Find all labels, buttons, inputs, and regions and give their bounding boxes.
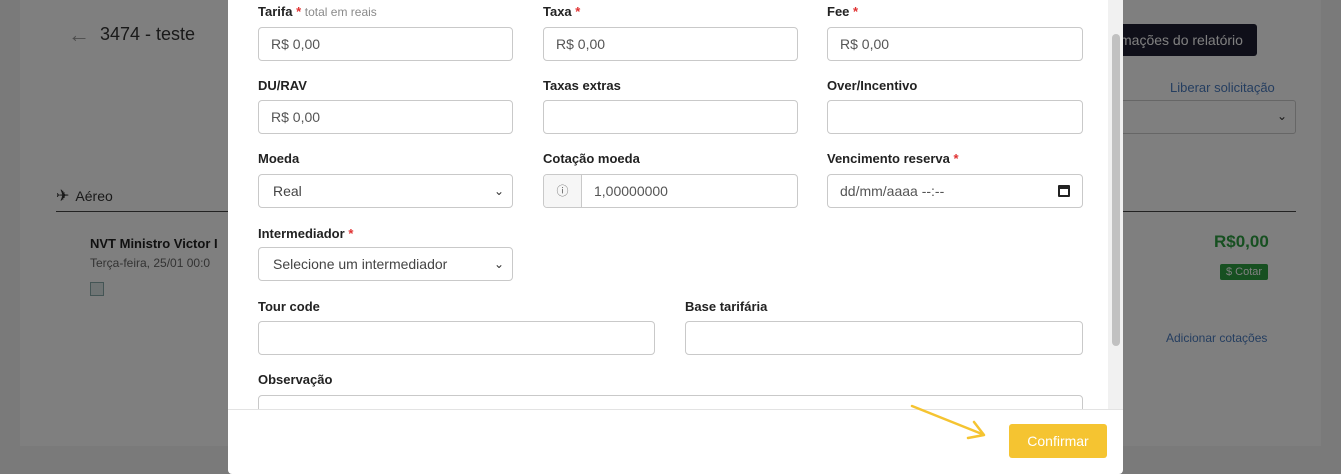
tour-code-input[interactable] xyxy=(258,321,655,355)
du-rav-input[interactable]: R$ 0,00 xyxy=(258,100,513,134)
vencimento-reserva-label: Vencimento reserva * xyxy=(827,151,959,166)
intermediador-select[interactable]: Selecione um intermediador ⌄ xyxy=(258,247,513,281)
tarifa-label: Tarifa * total em reais xyxy=(258,4,377,19)
intermediador-label: Intermediador * xyxy=(258,226,353,241)
fee-input[interactable]: R$ 0,00 xyxy=(827,27,1083,61)
modal-footer xyxy=(228,409,1123,474)
chevron-down-icon: ⌄ xyxy=(493,257,504,271)
required-mark: * xyxy=(348,226,354,241)
chevron-down-icon: ⌄ xyxy=(493,184,504,198)
base-tarifaria-input[interactable] xyxy=(685,321,1083,355)
required-mark: * xyxy=(296,4,302,19)
taxa-input[interactable]: R$ 0,00 xyxy=(543,27,798,61)
required-mark: * xyxy=(575,4,581,19)
quote-modal: Tarifa * total em reais R$ 0,00 Taxa * R… xyxy=(228,0,1123,474)
tarifa-label-text: Tarifa xyxy=(258,4,293,19)
moeda-selected: Real xyxy=(273,183,302,199)
fee-label-text: Fee xyxy=(827,4,850,19)
taxas-extras-label: Taxas extras xyxy=(543,78,621,93)
calendar-icon[interactable] xyxy=(1058,185,1070,197)
vencimento-reserva-input[interactable]: dd/mm/aaaa --:-- xyxy=(827,174,1083,208)
required-mark: * xyxy=(953,151,959,166)
moeda-select[interactable]: Real ⌄ xyxy=(258,174,513,208)
vencimento-placeholder: dd/mm/aaaa --:-- xyxy=(840,183,945,199)
fee-label: Fee * xyxy=(827,4,858,19)
taxas-extras-input[interactable] xyxy=(543,100,798,134)
tarifa-input[interactable]: R$ 0,00 xyxy=(258,27,513,61)
over-incentivo-input[interactable] xyxy=(827,100,1083,134)
required-mark: * xyxy=(853,4,859,19)
tarifa-hint: total em reais xyxy=(304,5,377,19)
confirm-button[interactable]: Confirmar xyxy=(1009,424,1107,458)
intermediador-label-text: Intermediador xyxy=(258,226,345,241)
modal-body: Tarifa * total em reais R$ 0,00 Taxa * R… xyxy=(228,0,1123,410)
taxa-label-text: Taxa xyxy=(543,4,572,19)
over-incentivo-label: Over/Incentivo xyxy=(827,78,918,93)
tour-code-label: Tour code xyxy=(258,299,320,314)
cotacao-moeda-label: Cotação moeda xyxy=(543,151,640,166)
intermediador-selected: Selecione um intermediador xyxy=(273,256,448,272)
vencimento-label-text: Vencimento reserva xyxy=(827,151,950,166)
cotacao-moeda-input[interactable]: ⓘ 1,00000000 xyxy=(543,174,798,208)
base-tarifaria-label: Base tarifária xyxy=(685,299,768,314)
scrollbar-thumb[interactable] xyxy=(1112,34,1120,346)
du-rav-label: DU/RAV xyxy=(258,78,307,93)
info-icon: ⓘ xyxy=(544,175,582,207)
taxa-label: Taxa * xyxy=(543,4,580,19)
observacao-label: Observação xyxy=(258,372,333,387)
moeda-label: Moeda xyxy=(258,151,300,166)
annotation-arrow-icon xyxy=(910,404,986,440)
cotacao-moeda-value: 1,00000000 xyxy=(594,183,668,199)
